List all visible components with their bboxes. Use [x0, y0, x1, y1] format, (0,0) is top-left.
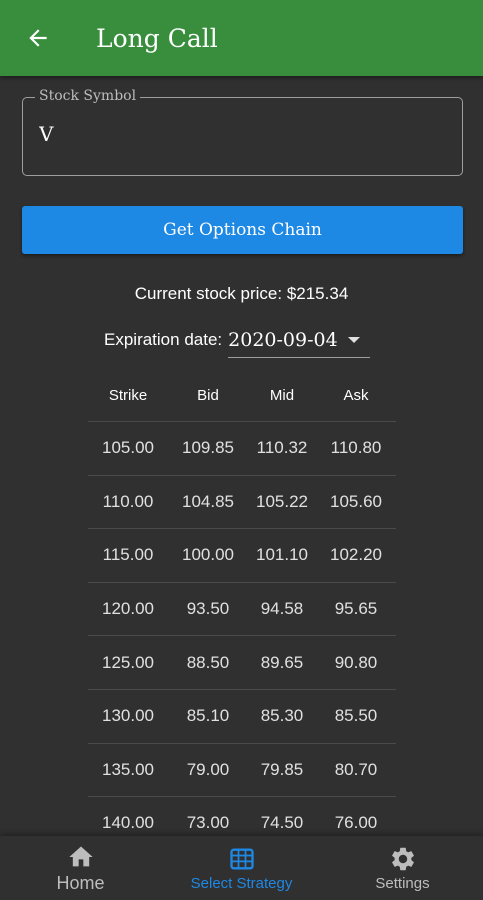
cell-ask: 80.70	[334, 759, 378, 779]
cell-bid: 79.00	[186, 759, 230, 779]
expiration-dropdown[interactable]: 2020-09-04	[228, 322, 371, 358]
nav-label-settings: Settings	[375, 874, 430, 892]
main-content: Stock Symbol Get Options Chain Current s…	[0, 76, 483, 836]
nav-label-home: Home	[56, 872, 105, 893]
cell-mid: 110.32	[256, 438, 308, 458]
cell-ask: 85.50	[334, 706, 378, 726]
cell-mid: 74.50	[260, 813, 304, 833]
cell-ask: 90.80	[334, 652, 378, 672]
cell-strike: 110.00	[102, 491, 154, 511]
stock-symbol-input[interactable]	[39, 122, 439, 146]
cell-strike: 105.00	[102, 438, 154, 458]
header-mid: Mid	[269, 387, 295, 404]
expiration-label: Expiration date:	[104, 330, 223, 349]
cell-bid: 85.10	[186, 706, 230, 726]
cell-bid: 104.85	[182, 491, 234, 511]
cell-bid: 93.50	[186, 599, 230, 619]
header-bid: Bid	[197, 387, 219, 404]
cell-ask: 110.80	[330, 438, 382, 458]
nav-item-settings[interactable]: Settings	[322, 836, 483, 900]
expiration-row: Expiration date: 2020-09-04	[104, 322, 371, 358]
cell-mid: 85.30	[260, 706, 304, 726]
arrow-left-icon	[29, 29, 47, 47]
cell-strike: 140.00	[102, 813, 154, 833]
gear-icon	[391, 847, 414, 870]
cell-strike: 125.00	[102, 652, 154, 672]
table-row[interactable]: 125.00 88.50 89.65 90.80	[88, 636, 396, 690]
stock-symbol-field[interactable]: Stock Symbol	[22, 88, 463, 176]
cell-bid: 73.00	[186, 813, 230, 833]
strategy-grid-icon	[229, 848, 254, 869]
cell-ask: 105.60	[330, 491, 382, 511]
table-row[interactable]: 105.00 109.85 110.32 110.80	[88, 422, 396, 476]
app-bar: Long Call	[0, 0, 483, 76]
cell-mid: 105.22	[256, 491, 308, 511]
table-row[interactable]: 135.00 79.00 79.85 80.70	[88, 744, 396, 798]
options-chain-table: Strike Bid Mid Ask 105.00 109.85 110.32 …	[88, 370, 396, 836]
get-options-chain-button[interactable]: Get Options Chain	[22, 206, 463, 254]
cell-ask: 95.65	[334, 599, 378, 619]
back-button[interactable]	[18, 18, 58, 58]
cell-bid: 88.50	[186, 652, 230, 672]
cell-mid: 94.58	[260, 599, 304, 619]
page-title: Long Call	[96, 23, 218, 53]
cell-strike: 130.00	[102, 706, 154, 726]
table-row[interactable]: 110.00 104.85 105.22 105.60	[88, 476, 396, 530]
header-ask: Ask	[343, 387, 369, 404]
stock-symbol-label: Stock Symbol	[35, 88, 141, 104]
cell-bid: 109.85	[182, 438, 234, 458]
cell-ask: 102.20	[330, 545, 382, 565]
table-row[interactable]: 130.00 85.10 85.30 85.50	[88, 690, 396, 744]
cell-ask: 76.00	[334, 813, 378, 833]
dropdown-arrow-icon	[347, 336, 360, 343]
cell-mid: 79.85	[260, 759, 304, 779]
bottom-navigation: Home Select Strategy Settings	[0, 836, 483, 900]
cell-strike: 120.00	[102, 599, 154, 619]
table-row[interactable]: 140.00 73.00 74.50 76.00	[88, 797, 396, 836]
table-row[interactable]: 115.00 100.00 101.10 102.20	[88, 529, 396, 583]
expiration-value: 2020-09-04	[228, 328, 338, 351]
header-strike: Strike	[108, 387, 148, 404]
current-stock-price: Current stock price: $215.34	[134, 284, 349, 303]
nav-item-home[interactable]: Home	[0, 836, 161, 900]
cell-strike: 115.00	[102, 545, 154, 565]
cell-bid: 100.00	[182, 545, 234, 565]
nav-label-select-strategy: Select Strategy	[190, 874, 293, 892]
table-header: Strike Bid Mid Ask	[88, 370, 396, 422]
cell-mid: 101.10	[256, 545, 308, 565]
home-icon	[68, 846, 93, 866]
nav-item-select-strategy[interactable]: Select Strategy	[161, 836, 322, 900]
cell-mid: 89.65	[260, 652, 304, 672]
table-row[interactable]: 120.00 93.50 94.58 95.65	[88, 583, 396, 637]
cell-strike: 135.00	[102, 759, 154, 779]
